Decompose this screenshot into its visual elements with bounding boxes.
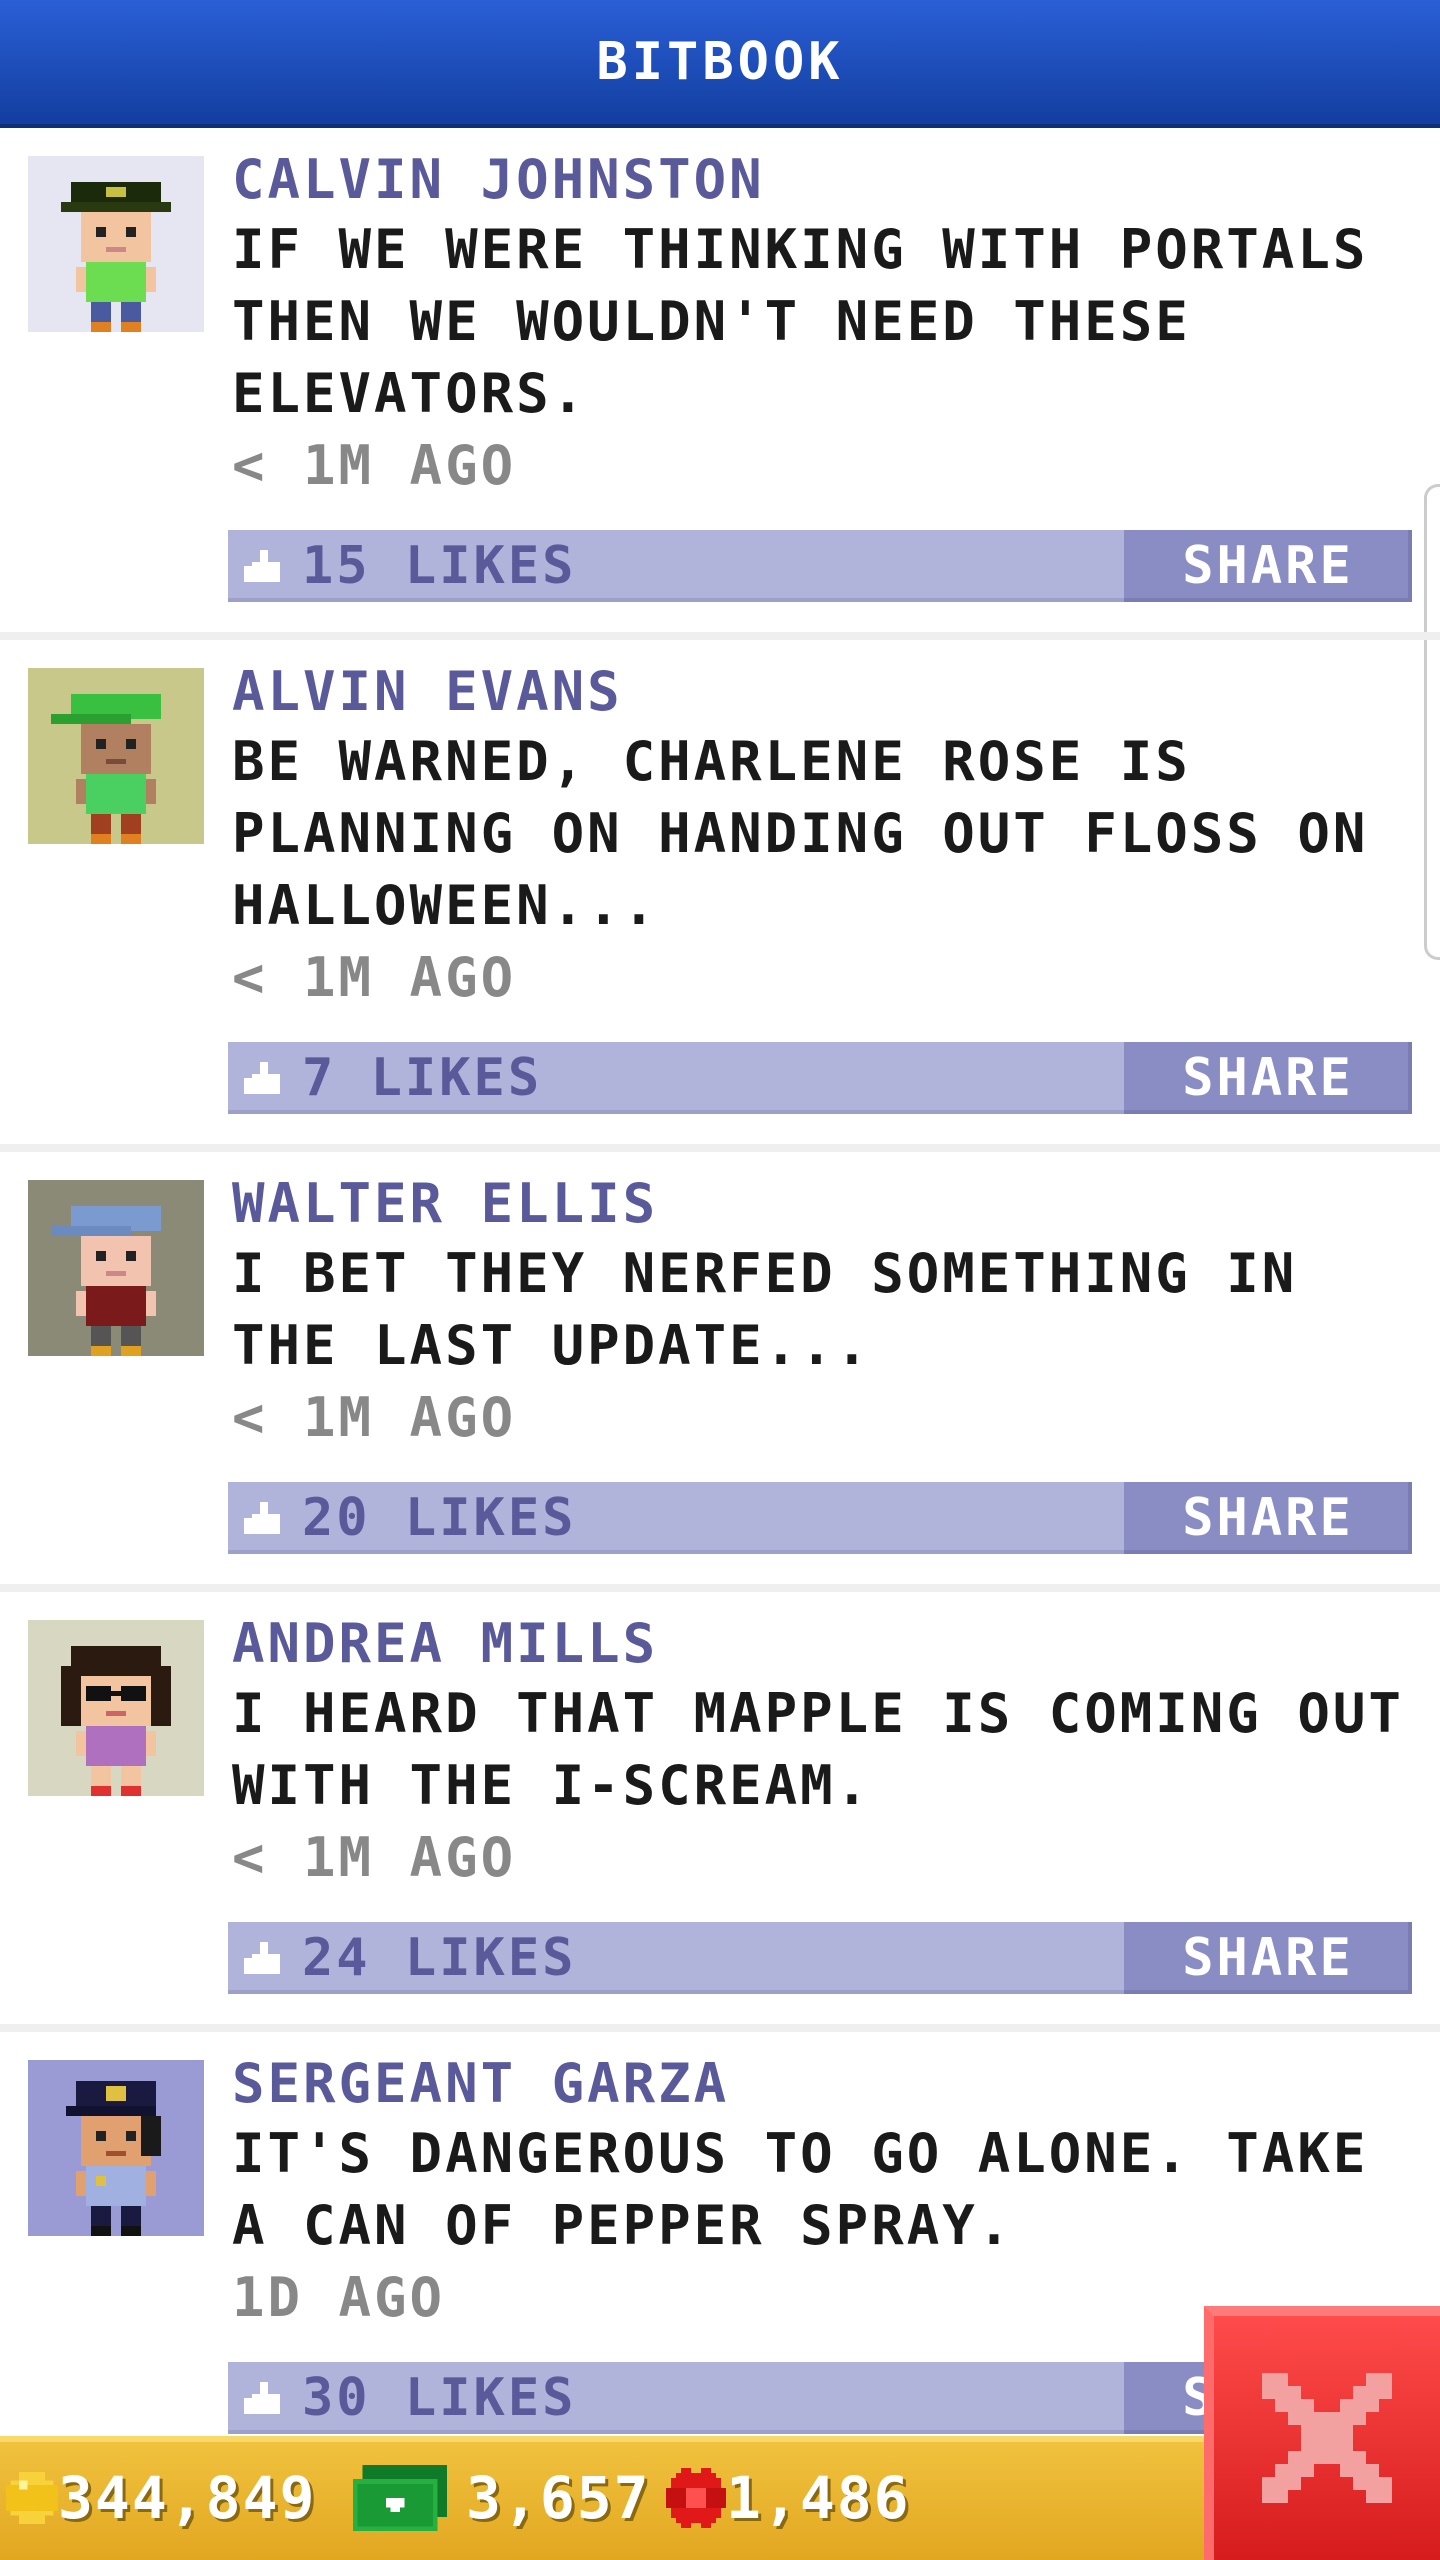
- post-timestamp: < 1M AGO: [232, 946, 517, 1009]
- bux-value: 3,657: [466, 2464, 651, 2532]
- likes-count: 24 LIKES: [302, 1928, 577, 1988]
- post-timestamp: < 1M AGO: [232, 434, 517, 497]
- post-timestamp: < 1M AGO: [232, 1826, 517, 1889]
- bux-stat: 3,657: [348, 2464, 651, 2532]
- share-button[interactable]: SHARE: [1124, 530, 1412, 602]
- share-button[interactable]: SHARE: [1124, 1482, 1412, 1554]
- close-button[interactable]: [1204, 2306, 1440, 2560]
- coins-stat: 344,849: [6, 2464, 316, 2532]
- likes-bar: 7 LIKES SHARE: [228, 1042, 1412, 1114]
- feed-list: CALVIN JOHNSTON IF WE WERE THINKING WITH…: [0, 128, 1440, 2452]
- post-message: BE WARNED, CHARLENE ROSE IS PLANNING ON …: [232, 730, 1369, 937]
- avatar[interactable]: [28, 1620, 204, 1796]
- avatar[interactable]: [28, 156, 204, 332]
- ticket-icon: [666, 2468, 726, 2528]
- close-icon: [1262, 2373, 1392, 2503]
- app-header: BITBOOK: [0, 0, 1440, 128]
- bux-icon: [352, 2465, 448, 2531]
- avatar[interactable]: [28, 1180, 204, 1356]
- post-timestamp: < 1M AGO: [232, 1386, 517, 1449]
- likes-count: 15 LIKES: [302, 536, 577, 596]
- tickets-stat: 1,486: [666, 2464, 911, 2532]
- avatar-icon: [61, 182, 171, 332]
- tickets-value: 1,486: [726, 2464, 911, 2532]
- post-author[interactable]: ALVIN EVANS: [232, 658, 1412, 726]
- avatar-icon: [66, 2081, 161, 2236]
- avatar-icon: [61, 1646, 171, 1796]
- likes-bar: 20 LIKES SHARE: [228, 1482, 1412, 1554]
- share-button[interactable]: SHARE: [1124, 1042, 1412, 1114]
- coin-icon: [6, 2472, 58, 2524]
- share-button[interactable]: SHARE: [1124, 1922, 1412, 1994]
- avatar-icon: [51, 694, 161, 844]
- post-author[interactable]: CALVIN JOHNSTON: [232, 146, 1412, 214]
- likes-count: 30 LIKES: [302, 2368, 577, 2428]
- thumbs-up-icon[interactable]: [244, 1058, 284, 1098]
- avatar-icon: [51, 1206, 161, 1356]
- post-author[interactable]: SERGEANT GARZA: [232, 2050, 1412, 2118]
- post-item: ALVIN EVANS BE WARNED, CHARLENE ROSE IS …: [0, 640, 1440, 1152]
- coins-value: 344,849: [58, 2464, 317, 2532]
- likes-bar: 24 LIKES SHARE: [228, 1922, 1412, 1994]
- post-message: I BET THEY NERFED SOMETHING IN THE LAST …: [232, 1242, 1298, 1377]
- thumbs-up-icon[interactable]: [244, 2378, 284, 2418]
- post-message: I HEARD THAT MAPPLE IS COMING OUT WITH T…: [232, 1682, 1404, 1817]
- avatar[interactable]: [28, 668, 204, 844]
- page-title: BITBOOK: [596, 32, 844, 92]
- post-author[interactable]: WALTER ELLIS: [232, 1170, 1412, 1238]
- thumbs-up-icon[interactable]: [244, 1938, 284, 1978]
- post-item: CALVIN JOHNSTON IF WE WERE THINKING WITH…: [0, 128, 1440, 640]
- post-message: IT'S DANGEROUS TO GO ALONE. TAKE A CAN O…: [232, 2122, 1369, 2257]
- post-message: IF WE WERE THINKING WITH PORTALS THEN WE…: [232, 218, 1369, 425]
- avatar[interactable]: [28, 2060, 204, 2236]
- likes-count: 20 LIKES: [302, 1488, 577, 1548]
- likes-count: 7 LIKES: [302, 1048, 543, 1108]
- post-item: ANDREA MILLS I HEARD THAT MAPPLE IS COMI…: [0, 1592, 1440, 2032]
- likes-bar: 15 LIKES SHARE: [228, 530, 1412, 602]
- thumbs-up-icon[interactable]: [244, 546, 284, 586]
- post-author[interactable]: ANDREA MILLS: [232, 1610, 1412, 1678]
- thumbs-up-icon[interactable]: [244, 1498, 284, 1538]
- post-item: WALTER ELLIS I BET THEY NERFED SOMETHING…: [0, 1152, 1440, 1592]
